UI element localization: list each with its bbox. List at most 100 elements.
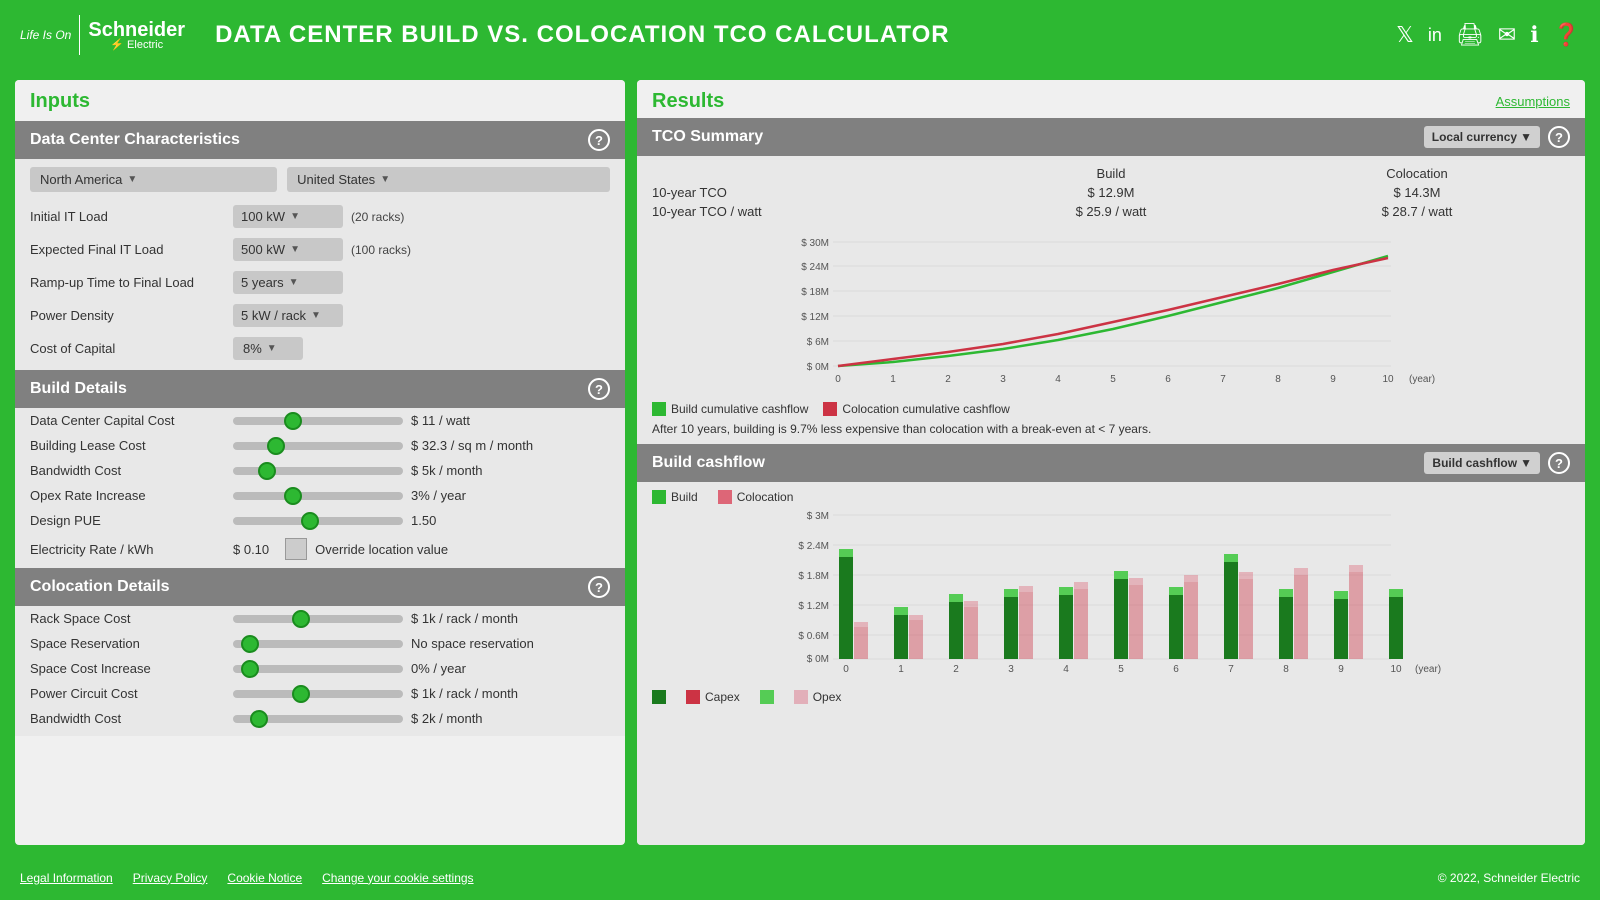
page-title: DATA CENTER BUILD VS. COLOCATION TCO CAL… xyxy=(215,21,1396,49)
svg-text:10: 10 xyxy=(1390,664,1402,675)
assumptions-link[interactable]: Assumptions xyxy=(1496,94,1570,109)
rack-space-slider[interactable] xyxy=(233,615,403,623)
svg-text:2: 2 xyxy=(945,374,951,385)
cashflow-help-icon[interactable]: ? xyxy=(1548,452,1570,474)
twitter-icon[interactable]: 𝕏 xyxy=(1396,22,1414,48)
cashflow-build-label: Build xyxy=(671,490,698,504)
svg-text:$ 12M: $ 12M xyxy=(801,312,829,323)
colo-legend-label: Colocation cumulative cashflow xyxy=(842,402,1009,416)
colo-bandwidth-slider[interactable] xyxy=(233,715,403,723)
svg-text:9: 9 xyxy=(1330,374,1336,385)
svg-text:$ 0.6M: $ 0.6M xyxy=(798,631,829,642)
capex-build-color xyxy=(652,690,666,704)
power-circuit-slider[interactable] xyxy=(233,690,403,698)
cashflow-colo-color xyxy=(718,490,732,504)
tco-help-icon[interactable]: ? xyxy=(1548,126,1570,148)
currency-button[interactable]: Local currency ▼ xyxy=(1424,126,1540,148)
info-icon[interactable]: ℹ xyxy=(1530,22,1538,48)
data-center-help-icon[interactable]: ? xyxy=(588,129,610,151)
tco-row2-build: $ 25.9 / watt xyxy=(958,204,1264,219)
space-reservation-row: Space Reservation No space reservation xyxy=(15,631,625,656)
building-lease-label: Building Lease Cost xyxy=(30,438,225,453)
cost-capital-arrow-icon: ▼ xyxy=(267,343,277,354)
capex-label: Capex xyxy=(705,690,740,704)
currency-arrow-icon: ▼ xyxy=(1520,130,1532,144)
opex-slider[interactable] xyxy=(233,492,403,500)
building-lease-value: $ 32.3 / sq m / month xyxy=(411,438,541,453)
print-icon[interactable]: 🖨 xyxy=(1456,22,1484,48)
build-legend-label: Build cumulative cashflow xyxy=(671,402,808,416)
space-cost-increase-label: Space Cost Increase xyxy=(30,661,225,676)
bandwidth-cost-slider[interactable] xyxy=(233,467,403,475)
colocation-help-icon[interactable]: ? xyxy=(588,576,610,598)
cashflow-header-right: Build cashflow ▼ ? xyxy=(1424,452,1570,474)
svg-text:8: 8 xyxy=(1275,374,1281,385)
expected-final-it-load-dropdown[interactable]: 500 kW ▼ xyxy=(233,238,343,261)
cashflow-dropdown[interactable]: Build cashflow ▼ xyxy=(1424,452,1540,474)
svg-text:7: 7 xyxy=(1228,664,1234,675)
country-arrow-icon: ▼ xyxy=(380,174,390,185)
svg-text:$ 24M: $ 24M xyxy=(801,262,829,273)
space-cost-increase-slider[interactable] xyxy=(233,665,403,673)
override-checkbox[interactable] xyxy=(285,538,307,560)
cashflow-colo-label: Colocation xyxy=(737,490,794,504)
tco-col-colo-header: Colocation xyxy=(1264,166,1570,181)
region-select[interactable]: North America ▼ xyxy=(30,167,277,192)
bandwidth-cost-value: $ 5k / month xyxy=(411,463,541,478)
legal-information-link[interactable]: Legal Information xyxy=(20,871,113,885)
rampup-dropdown[interactable]: 5 years ▼ xyxy=(233,271,343,294)
electricity-value: $ 0.10 xyxy=(233,542,269,557)
privacy-policy-link[interactable]: Privacy Policy xyxy=(133,871,208,885)
logo-schneider: Schneider xyxy=(88,20,185,40)
dc-capital-cost-value: $ 11 / watt xyxy=(411,413,541,428)
cashflow-arrow-icon: ▼ xyxy=(1520,456,1532,470)
space-reservation-slider[interactable] xyxy=(233,640,403,648)
tco-row1-build: $ 12.9M xyxy=(958,185,1264,200)
change-cookie-settings-link[interactable]: Change your cookie settings xyxy=(322,871,473,885)
build-details-help-icon[interactable]: ? xyxy=(588,378,610,400)
building-lease-slider[interactable] xyxy=(233,442,403,450)
cashflow-section-label: Build cashflow xyxy=(652,454,765,472)
initial-load-arrow-icon: ▼ xyxy=(290,211,300,222)
electricity-label: Electricity Rate / kWh xyxy=(30,542,225,557)
header: Life Is On Schneider ⚡ Electric DATA CEN… xyxy=(0,0,1600,70)
cost-of-capital-label: Cost of Capital xyxy=(30,341,225,356)
dc-capital-cost-slider[interactable] xyxy=(233,417,403,425)
power-density-dropdown[interactable]: 5 kW / rack ▼ xyxy=(233,304,343,327)
tco-row-2: 10-year TCO / watt $ 25.9 / watt $ 28.7 … xyxy=(652,202,1570,221)
svg-text:0: 0 xyxy=(843,664,849,675)
chart-note: After 10 years, building is 9.7% less ex… xyxy=(652,419,1570,439)
opex-colo-legend: Opex xyxy=(794,690,842,704)
svg-text:$ 2.4M: $ 2.4M xyxy=(798,541,829,552)
rampup-arrow-icon: ▼ xyxy=(289,277,299,288)
country-select[interactable]: United States ▼ xyxy=(287,167,610,192)
power-circuit-row: Power Circuit Cost $ 1k / rack / month xyxy=(15,681,625,706)
colocation-section-header: Colocation Details ? xyxy=(15,568,625,606)
tco-header-right: Local currency ▼ ? xyxy=(1424,126,1570,148)
tco-section-label: TCO Summary xyxy=(652,128,763,146)
cashflow-header: Build cashflow Build cashflow ▼ ? xyxy=(637,444,1585,482)
cashflow-build-legend: Build xyxy=(652,490,698,504)
space-cost-increase-row: Space Cost Increase 0% / year xyxy=(15,656,625,681)
email-icon[interactable]: ✉ xyxy=(1498,22,1516,48)
cost-of-capital-dropdown[interactable]: 8% ▼ xyxy=(233,337,303,360)
dc-capital-cost-label: Data Center Capital Cost xyxy=(30,413,225,428)
svg-text:7: 7 xyxy=(1220,374,1226,385)
tco-chart-legend: Build cumulative cashflow Colocation cum… xyxy=(652,399,1570,419)
svg-text:5: 5 xyxy=(1118,664,1124,675)
cashflow-bottom-legend: Capex Opex xyxy=(652,687,1570,707)
svg-text:1: 1 xyxy=(898,664,904,675)
design-pue-slider[interactable] xyxy=(233,517,403,525)
inputs-panel: Inputs Data Center Characteristics ? Nor… xyxy=(15,80,625,845)
svg-text:3: 3 xyxy=(1008,664,1014,675)
opex-colo-color xyxy=(794,690,808,704)
opex-label: Opex xyxy=(813,690,842,704)
opex-build-legend xyxy=(760,690,774,704)
colo-legend-color xyxy=(823,402,837,416)
results-title: Results xyxy=(652,90,724,113)
initial-it-load-dropdown[interactable]: 100 kW ▼ xyxy=(233,205,343,228)
building-lease-row: Building Lease Cost $ 32.3 / sq m / mont… xyxy=(15,433,625,458)
cookie-notice-link[interactable]: Cookie Notice xyxy=(227,871,302,885)
linkedin-icon[interactable]: in xyxy=(1428,25,1442,46)
help-icon[interactable]: ❓ xyxy=(1553,22,1580,48)
